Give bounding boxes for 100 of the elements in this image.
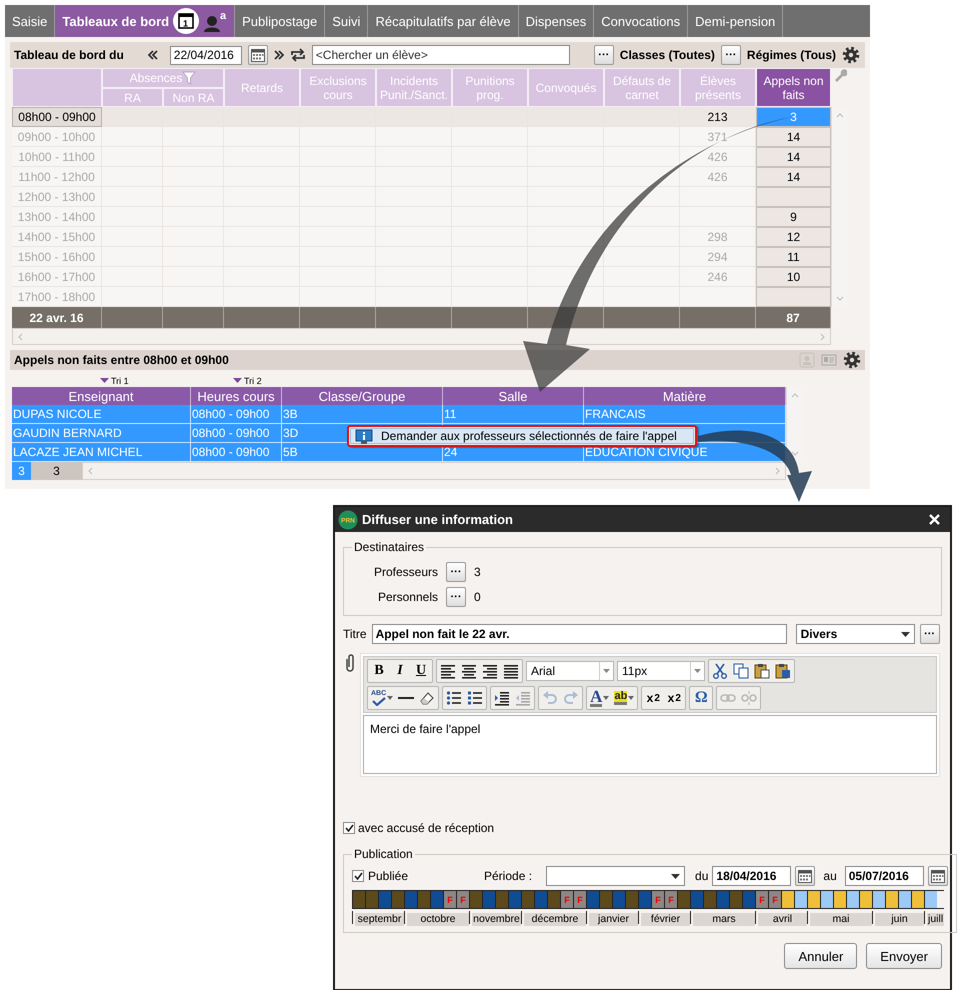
week-cell[interactable] bbox=[677, 891, 690, 908]
settings-icon[interactable] bbox=[843, 351, 861, 369]
end-date-field[interactable]: 05/07/2016 bbox=[844, 866, 924, 886]
scroll-right-icon[interactable] bbox=[820, 332, 825, 340]
bold-button[interactable]: B bbox=[369, 661, 389, 681]
week-cell[interactable] bbox=[820, 891, 833, 908]
week-cell[interactable] bbox=[599, 891, 612, 908]
id-card-icon[interactable] bbox=[821, 353, 837, 367]
cut-button[interactable] bbox=[710, 661, 730, 681]
fast-forward-icon[interactable] bbox=[274, 50, 284, 60]
week-cell[interactable] bbox=[547, 891, 560, 908]
title-field[interactable]: Appel non fait le 22 avr. bbox=[372, 624, 787, 644]
week-cell[interactable] bbox=[430, 891, 443, 908]
week-cell[interactable] bbox=[898, 891, 911, 908]
week-cell[interactable] bbox=[365, 891, 378, 908]
week-cell[interactable] bbox=[911, 891, 924, 908]
filter-icon[interactable] bbox=[182, 71, 196, 85]
week-cell[interactable] bbox=[612, 891, 625, 908]
week-cell[interactable] bbox=[716, 891, 729, 908]
calendar-button[interactable] bbox=[248, 45, 268, 65]
tab[interactable]: Demi-pension bbox=[688, 5, 784, 37]
dialog-button[interactable]: Envoyer bbox=[866, 943, 942, 969]
scroll-right-icon[interactable] bbox=[775, 467, 780, 475]
tab[interactable]: Publipostage bbox=[235, 5, 326, 37]
italic-button[interactable]: I bbox=[390, 661, 410, 681]
select-button[interactable]: ··· bbox=[446, 562, 466, 582]
week-cell[interactable] bbox=[924, 891, 937, 908]
week-cell[interactable] bbox=[469, 891, 482, 908]
select-button[interactable]: ··· bbox=[446, 587, 466, 607]
week-cell[interactable] bbox=[742, 891, 755, 908]
week-cell[interactable] bbox=[781, 891, 794, 908]
week-cell[interactable] bbox=[417, 891, 430, 908]
tab[interactable]: Tableaux de bord 1 a bbox=[55, 5, 236, 37]
week-cell[interactable] bbox=[690, 891, 703, 908]
category-dropdown[interactable]: Divers bbox=[796, 624, 915, 644]
week-cell[interactable] bbox=[833, 891, 846, 908]
paste-button[interactable] bbox=[752, 661, 772, 681]
regimes-button[interactable]: ··· bbox=[720, 45, 741, 65]
calendar-button[interactable] bbox=[795, 866, 816, 886]
scroll-down-icon[interactable] bbox=[790, 451, 798, 456]
week-cell[interactable] bbox=[794, 891, 807, 908]
week-cell[interactable] bbox=[638, 891, 651, 908]
week-cell[interactable] bbox=[352, 891, 365, 908]
tab[interactable]: Convocations bbox=[594, 5, 688, 37]
column-header[interactable]: Heures cours bbox=[191, 387, 282, 405]
column-header[interactable]: Salle bbox=[443, 387, 584, 405]
period-dropdown[interactable] bbox=[546, 866, 686, 886]
font-dropdown[interactable]: 11px bbox=[617, 661, 705, 681]
dialog-button[interactable]: Annuler bbox=[784, 943, 858, 969]
tab[interactable]: Dispenses bbox=[518, 5, 594, 37]
week-cell[interactable] bbox=[521, 891, 534, 908]
underline-button[interactable]: U bbox=[411, 661, 431, 681]
start-date-field[interactable]: 18/04/2016 bbox=[712, 866, 792, 886]
week-cell[interactable] bbox=[625, 891, 638, 908]
week-cell[interactable] bbox=[703, 891, 716, 908]
scroll-left-icon[interactable] bbox=[18, 332, 23, 340]
week-cell[interactable] bbox=[378, 891, 391, 908]
week-cell[interactable] bbox=[846, 891, 859, 908]
calendar-button[interactable] bbox=[928, 866, 948, 886]
copy-button[interactable] bbox=[731, 661, 751, 681]
search-field[interactable]: <Chercher un élève> bbox=[312, 45, 570, 65]
scroll-up-icon[interactable] bbox=[836, 113, 844, 118]
scroll-left-icon[interactable] bbox=[88, 467, 93, 475]
highlight-button[interactable]: ab bbox=[612, 688, 636, 708]
week-cell[interactable] bbox=[391, 891, 404, 908]
tab[interactable]: Suivi bbox=[325, 5, 368, 37]
week-cell[interactable] bbox=[872, 891, 885, 908]
week-cell[interactable] bbox=[534, 891, 547, 908]
paste-word-button[interactable] bbox=[773, 661, 793, 681]
checkbox[interactable] bbox=[352, 870, 364, 882]
rewind-icon[interactable] bbox=[148, 50, 158, 60]
scrollbar[interactable] bbox=[82, 462, 786, 480]
week-cell[interactable] bbox=[404, 891, 417, 908]
category-button[interactable]: ··· bbox=[920, 624, 940, 644]
week-cell[interactable] bbox=[807, 891, 820, 908]
column-header[interactable]: Classe/Groupe bbox=[282, 387, 443, 405]
column-header[interactable]: Enseignant bbox=[12, 387, 191, 405]
wrench-icon[interactable] bbox=[832, 68, 846, 82]
message-text[interactable]: Merci de faire l'appel bbox=[363, 715, 937, 774]
close-icon[interactable] bbox=[929, 514, 940, 525]
font-dropdown[interactable]: Arial bbox=[526, 661, 614, 681]
swap-icon[interactable] bbox=[290, 48, 306, 62]
week-cell[interactable] bbox=[482, 891, 495, 908]
scroll-up-icon[interactable] bbox=[790, 393, 798, 398]
week-cell[interactable] bbox=[859, 891, 872, 908]
date-field[interactable]: 22/04/2016 bbox=[170, 46, 242, 64]
font-color-button[interactable]: A bbox=[588, 688, 612, 708]
special-character-button[interactable]: Ω bbox=[691, 688, 712, 708]
week-cell[interactable] bbox=[729, 891, 742, 908]
week-cell[interactable] bbox=[495, 891, 508, 908]
menu-item[interactable]: Demander aux professeurs sélectionnés de faire l'appel bbox=[350, 428, 694, 444]
settings-icon[interactable] bbox=[842, 46, 860, 64]
week-cell[interactable] bbox=[586, 891, 599, 908]
classes-button[interactable]: ··· bbox=[594, 45, 614, 65]
tab[interactable]: Récapitulatifs par élève bbox=[368, 5, 519, 37]
column-header[interactable]: Matière bbox=[584, 387, 786, 405]
week-cell[interactable] bbox=[885, 891, 898, 908]
week-cell[interactable] bbox=[508, 891, 521, 908]
checkbox[interactable] bbox=[343, 822, 355, 834]
scrollbar[interactable] bbox=[12, 328, 831, 345]
